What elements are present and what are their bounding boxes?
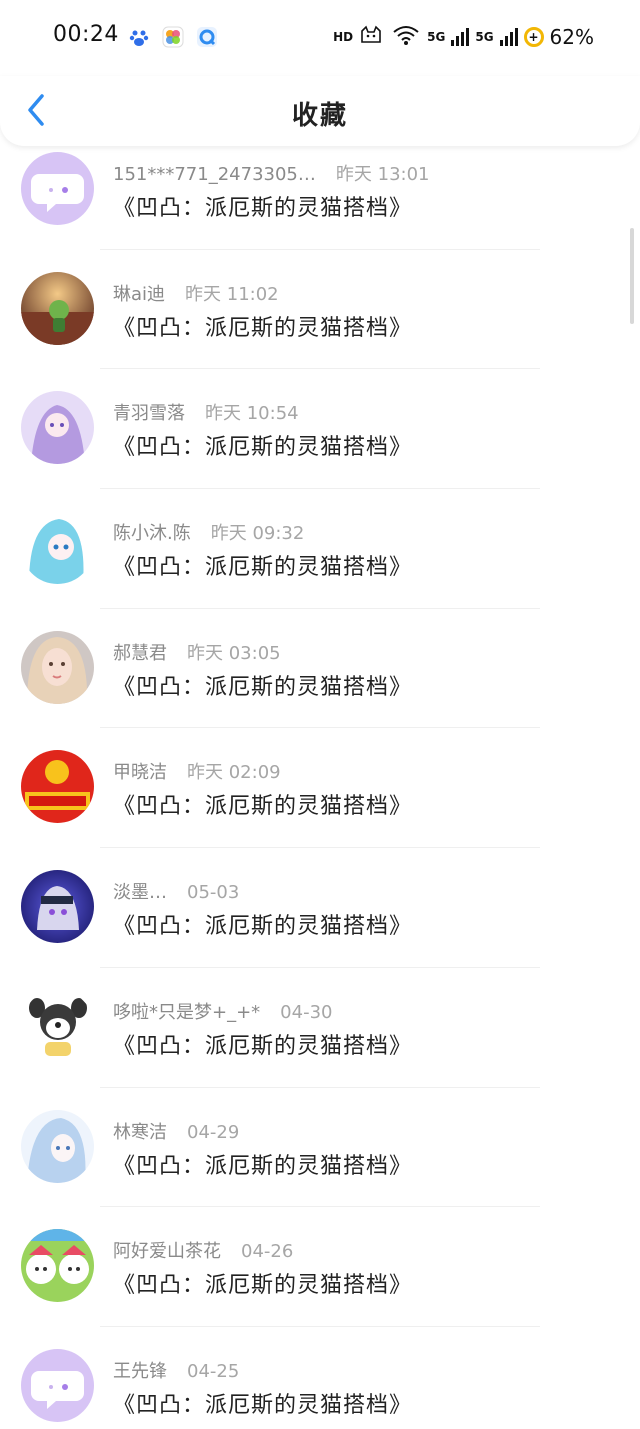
page-title: 收藏 (291, 101, 348, 131)
user-name[interactable]: 阿好爱山茶花 (113, 1241, 221, 1262)
user-name[interactable]: 青羽雪落 (113, 403, 185, 424)
list-item[interactable]: 王先锋 04-25 《凹凸：派厄斯的灵猫搭档》 (0, 1327, 640, 1429)
avatar[interactable] (21, 511, 94, 585)
user-name[interactable]: 淡墨… (113, 882, 167, 903)
item-subject[interactable]: 《凹凸：派厄斯的灵猫搭档》 (113, 669, 412, 701)
item-meta: 哆啦*只是梦+_+* 04-30 (113, 998, 332, 1024)
list-item[interactable]: 郝慧君 昨天 03:05 《凹凸：派厄斯的灵猫搭档》 (0, 609, 640, 729)
avatar[interactable] (21, 1229, 94, 1303)
user-name[interactable]: 王先锋 (113, 1361, 167, 1382)
item-subject[interactable]: 《凹凸：派厄斯的灵猫搭档》 (113, 1267, 412, 1299)
list-item[interactable]: 阿好爱山茶花 04-26 《凹凸：派厄斯的灵猫搭档》 (0, 1207, 640, 1327)
status-time: 00:24 (53, 22, 119, 47)
battery-percent: 62% (549, 25, 594, 49)
item-meta: 甲晓洁 昨天 02:09 (113, 758, 281, 784)
list-item[interactable]: 甲晓洁 昨天 02:09 《凹凸：派厄斯的灵猫搭档》 (0, 728, 640, 849)
list-item[interactable]: 陈小沐.陈 昨天 09:32 《凹凸：派厄斯的灵猫搭档》 (0, 489, 640, 609)
item-meta: 林寒洁 04-29 (113, 1118, 239, 1144)
list-item[interactable]: 青羽雪落 昨天 10:54 《凹凸：派厄斯的灵猫搭档》 (0, 369, 640, 490)
avatar[interactable] (21, 391, 94, 465)
item-time: 04-29 (187, 1121, 240, 1143)
user-name[interactable]: 甲晓洁 (113, 762, 167, 783)
item-time: 昨天 13:01 (335, 164, 430, 185)
item-subject[interactable]: 《凹凸：派厄斯的灵猫搭档》 (113, 190, 412, 222)
item-meta: 琳ai迪 昨天 11:02 (113, 280, 279, 306)
user-name[interactable]: 哆啦*只是梦+_+* (113, 1002, 260, 1023)
user-name[interactable]: 151***771_2473305… (113, 164, 316, 185)
item-subject[interactable]: 《凹凸：派厄斯的灵猫搭档》 (113, 908, 412, 940)
item-time: 昨天 10:54 (205, 403, 299, 425)
item-subject[interactable]: 《凹凸：派厄斯的灵猫搭档》 (113, 1028, 412, 1060)
item-time: 昨天 09:32 (210, 523, 305, 545)
favorites-list: 151***771_2473305… 昨天 13:01 《凹凸：派厄斯的灵猫搭档》… (0, 146, 640, 1429)
item-time: 04-25 (187, 1360, 240, 1382)
avatar[interactable] (21, 870, 94, 944)
item-subject[interactable]: 《凹凸：派厄斯的灵猫搭档》 (113, 1148, 412, 1180)
top-header: 收藏 (0, 76, 640, 146)
status-right: HD 5G 5G + 62% (333, 22, 594, 52)
item-time: 04-30 (280, 1001, 333, 1023)
avatar[interactable] (21, 989, 94, 1063)
item-meta: 青羽雪落 昨天 10:54 (113, 399, 299, 425)
item-subject[interactable]: 《凹凸：派厄斯的灵猫搭档》 (113, 788, 412, 820)
scrollbar[interactable] (630, 228, 634, 324)
item-subject[interactable]: 《凹凸：派厄斯的灵猫搭档》 (113, 549, 412, 581)
item-subject[interactable]: 《凹凸：派厄斯的灵猫搭档》 (113, 310, 412, 342)
user-name[interactable]: 郝慧君 (113, 643, 167, 664)
user-name[interactable]: 林寒洁 (113, 1122, 167, 1143)
item-time: 昨天 02:09 (187, 762, 281, 784)
list-item[interactable]: 林寒洁 04-29 《凹凸：派厄斯的灵猫搭档》 (0, 1088, 640, 1208)
browser-app-icon (196, 26, 218, 48)
item-time: 04-26 (241, 1241, 294, 1263)
item-subject[interactable]: 《凹凸：派厄斯的灵猫搭档》 (113, 1387, 412, 1419)
item-meta: 陈小沐.陈 昨天 09:32 (113, 519, 304, 545)
status-bar: 00:24 HD 5G 5G + 62% (0, 0, 640, 76)
user-name[interactable]: 陈小沐.陈 (113, 523, 191, 544)
sim2-label: 5G (475, 30, 494, 44)
wifi-icon (391, 24, 421, 50)
item-time: 昨天 03:05 (187, 642, 281, 664)
cat-status-icon (359, 24, 385, 50)
item-meta: 阿好爱山茶花 04-26 (113, 1237, 293, 1263)
item-time: 05-03 (187, 882, 240, 904)
avatar[interactable] (21, 630, 94, 704)
item-meta: 淡墨… 05-03 (113, 878, 239, 904)
item-meta: 王先锋 04-25 (113, 1357, 239, 1383)
list-item[interactable]: 151***771_2473305… 昨天 13:01 《凹凸：派厄斯的灵猫搭档》 (0, 146, 640, 250)
signal-bars-2 (499, 28, 518, 46)
hd-label: HD (333, 30, 354, 44)
item-meta: 郝慧君 昨天 03:05 (113, 639, 281, 665)
list-item[interactable]: 淡墨… 05-03 《凹凸：派厄斯的灵猫搭档》 (0, 848, 640, 968)
list-item[interactable]: 哆啦*只是梦+_+* 04-30 《凹凸：派厄斯的灵猫搭档》 (0, 968, 640, 1088)
item-subject[interactable]: 《凹凸：派厄斯的灵猫搭档》 (113, 429, 412, 461)
avatar[interactable] (21, 750, 94, 824)
item-time: 昨天 11:02 (185, 283, 279, 305)
avatar[interactable] (21, 1109, 94, 1183)
user-name[interactable]: 琳ai迪 (113, 284, 165, 305)
battery-icon: + (523, 27, 544, 47)
avatar[interactable] (21, 271, 94, 345)
avatar[interactable] (21, 152, 94, 225)
baidu-app-icon (128, 26, 150, 48)
avatar[interactable] (21, 1348, 94, 1422)
signal-bars-1 (451, 28, 470, 46)
item-meta: 151***771_2473305… 昨天 13:01 (113, 160, 430, 186)
screen: 00:24 HD 5G 5G + 62% 收藏 151***771_247330… (0, 0, 640, 1429)
photos-app-icon (162, 26, 184, 48)
list-item[interactable]: 琳ai迪 昨天 11:02 《凹凸：派厄斯的灵猫搭档》 (0, 250, 640, 370)
sim1-label: 5G (427, 30, 446, 44)
favorites-list-inner: 151***771_2473305… 昨天 13:01 《凹凸：派厄斯的灵猫搭档》… (0, 146, 640, 1429)
